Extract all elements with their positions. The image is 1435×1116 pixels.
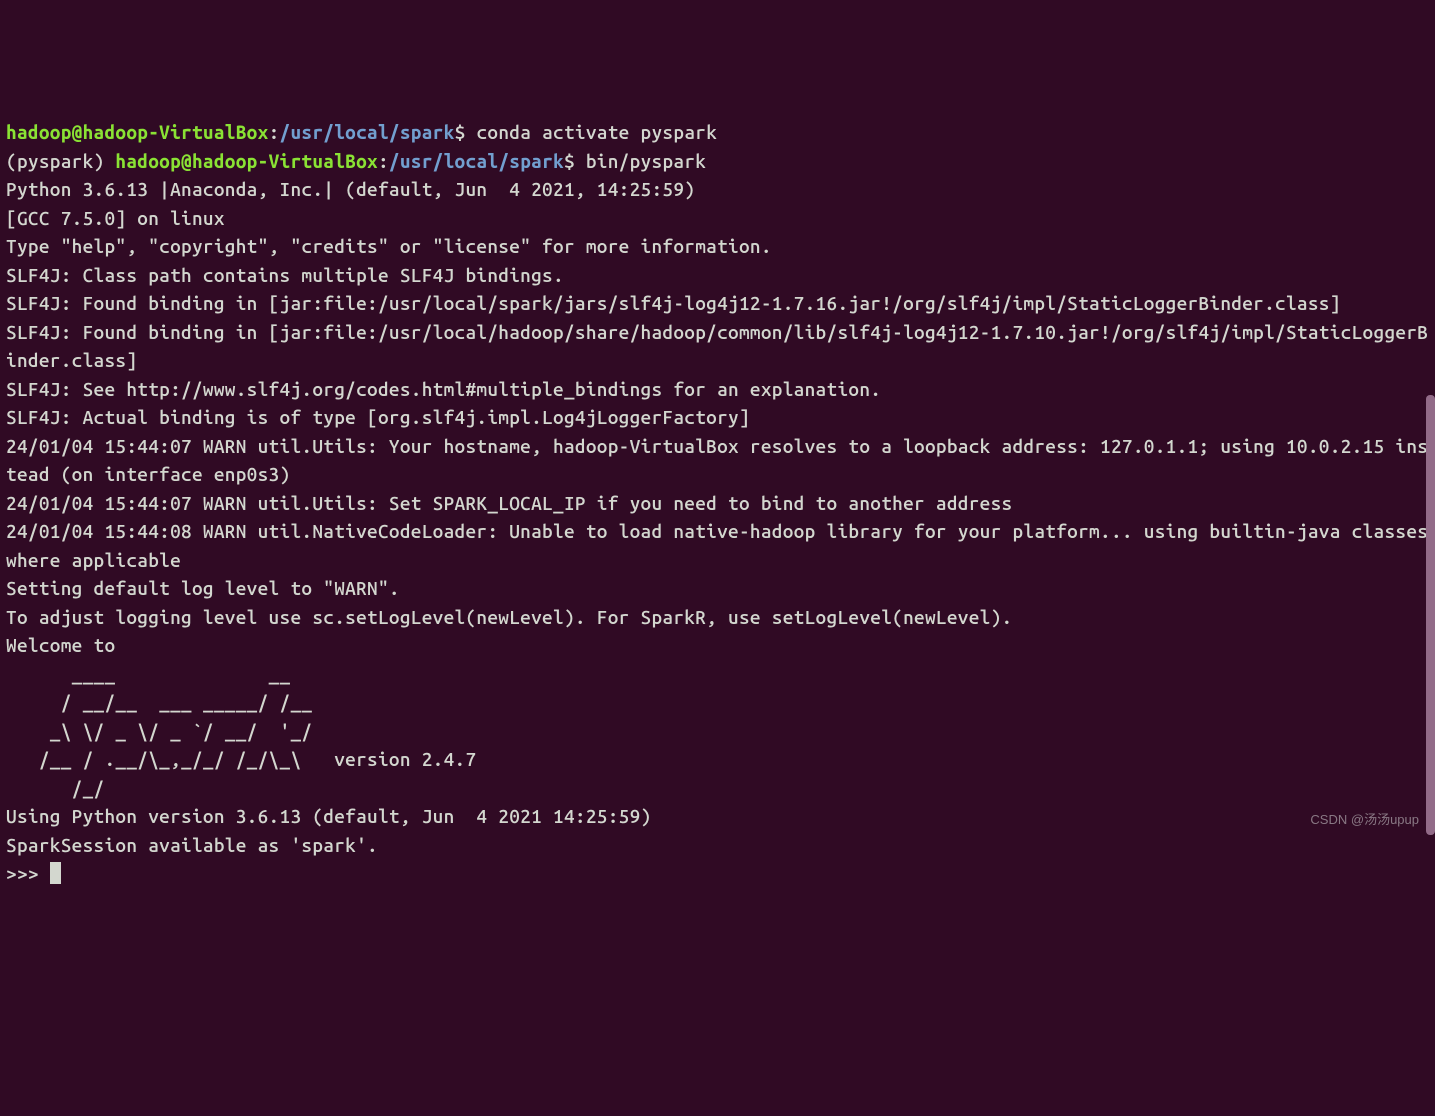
output-line: SparkSession available as 'spark'. xyxy=(6,831,1429,860)
scrollbar-thumb[interactable] xyxy=(1426,395,1435,835)
repl-prompt-line[interactable]: >>> xyxy=(6,859,1429,888)
conda-env: (pyspark) xyxy=(6,150,115,172)
command-text: bin/pyspark xyxy=(586,150,706,172)
watermark-text: CSDN @汤汤upup xyxy=(1310,810,1419,830)
output-line: SLF4J: Found binding in [jar:file:/usr/l… xyxy=(6,289,1429,318)
output-line: 24/01/04 15:44:07 WARN util.Utils: Set S… xyxy=(6,489,1429,518)
prompt-dollar: $ xyxy=(564,150,586,172)
output-line: Type "help", "copyright", "credits" or "… xyxy=(6,232,1429,261)
output-line: 24/01/04 15:44:08 WARN util.NativeCodeLo… xyxy=(6,517,1429,574)
output-line: Welcome to xyxy=(6,631,1429,660)
repl-prompt: >>> xyxy=(6,862,50,884)
output-line: SLF4J: See http://www.slf4j.org/codes.ht… xyxy=(6,375,1429,404)
output-line: 24/01/04 15:44:07 WARN util.Utils: Your … xyxy=(6,432,1429,489)
user-host: hadoop@hadoop-VirtualBox xyxy=(6,121,269,143)
output-line: To adjust logging level use sc.setLogLev… xyxy=(6,603,1429,632)
terminal-content[interactable]: hadoop@hadoop-VirtualBox:/usr/local/spar… xyxy=(6,118,1429,888)
spark-ascii-art: ____ __ xyxy=(6,660,1429,689)
output-line: Setting default log level to "WARN". xyxy=(6,574,1429,603)
output-line: SLF4J: Class path contains multiple SLF4… xyxy=(6,261,1429,290)
spark-ascii-art: _\ \/ _ \/ _ `/ __/ '_/ xyxy=(6,717,1429,746)
prompt-dollar: $ xyxy=(455,121,477,143)
cwd-path: /usr/local/spark xyxy=(389,150,564,172)
spark-ascii-art: /__ / .__/\_,_/_/ /_/\_\ version 2.4.7 xyxy=(6,745,1429,774)
output-line: [GCC 7.5.0] on linux xyxy=(6,204,1429,233)
user-host: hadoop@hadoop-VirtualBox xyxy=(115,150,378,172)
prompt-line-1: hadoop@hadoop-VirtualBox:/usr/local/spar… xyxy=(6,118,1429,147)
colon: : xyxy=(378,150,389,172)
colon: : xyxy=(269,121,280,143)
command-text: conda activate pyspark xyxy=(476,121,717,143)
cursor-icon xyxy=(50,862,61,884)
output-line: Python 3.6.13 |Anaconda, Inc.| (default,… xyxy=(6,175,1429,204)
spark-ascii-art: / __/__ ___ _____/ /__ xyxy=(6,688,1429,717)
cwd-path: /usr/local/spark xyxy=(280,121,455,143)
spark-ascii-art: /_/ xyxy=(6,774,1429,803)
output-line: SLF4J: Actual binding is of type [org.sl… xyxy=(6,403,1429,432)
output-line: Using Python version 3.6.13 (default, Ju… xyxy=(6,802,1429,831)
prompt-line-2: (pyspark) hadoop@hadoop-VirtualBox:/usr/… xyxy=(6,147,1429,176)
output-line: SLF4J: Found binding in [jar:file:/usr/l… xyxy=(6,318,1429,375)
